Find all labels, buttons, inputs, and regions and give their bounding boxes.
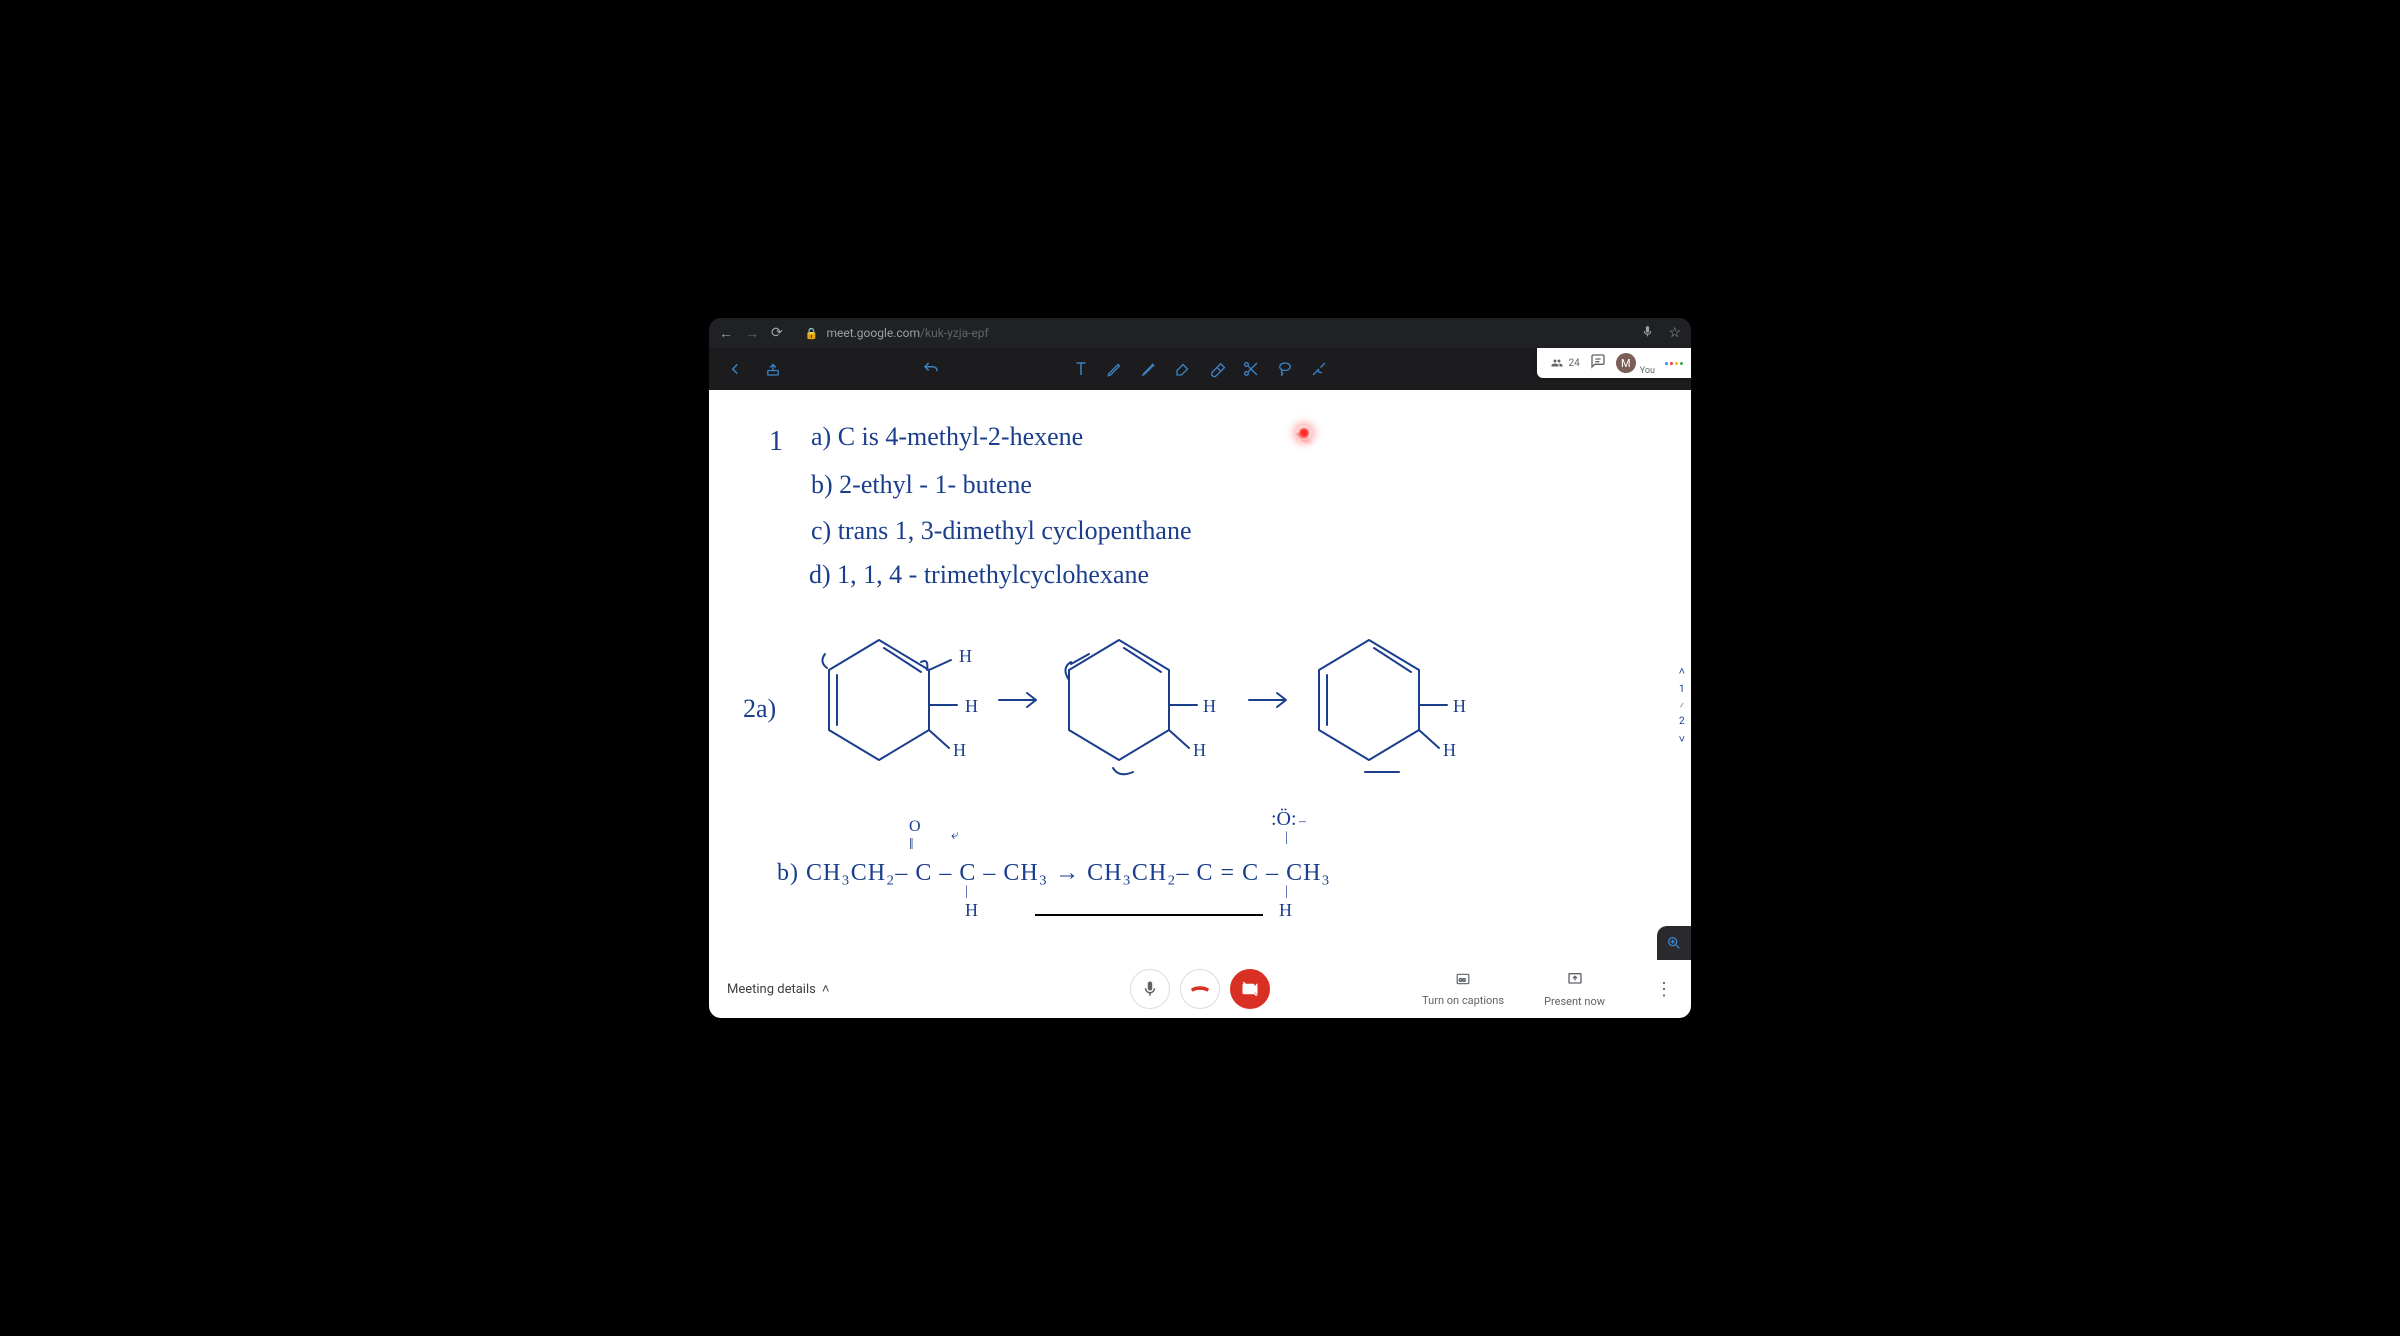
captions-icon: CC [1454,972,1472,990]
laser-tool-icon[interactable] [1309,359,1329,379]
svg-text:CC: CC [1459,977,1466,982]
note-1d: d) 1, 1, 4 - trimethylcyclohexane [809,560,1149,590]
hex3-h-bot: H [1443,740,1456,761]
voice-search-icon[interactable] [1641,325,1654,342]
overflow-dots-icon[interactable] [1665,362,1683,365]
pen-tool-icon[interactable] [1105,359,1125,379]
scissors-tool-icon[interactable] [1241,359,1261,379]
reload-icon[interactable]: ⟳ [771,325,783,341]
note-1c: c) trans 1, 3-dimethyl cyclopenthane [811,516,1191,546]
undo-icon[interactable] [921,359,941,379]
captions-label: Turn on captions [1422,994,1504,1007]
participant-count[interactable]: 24 [1549,357,1580,369]
you-label: You [1640,366,1655,376]
page-down-icon[interactable]: ˅ [1679,733,1685,746]
chat-icon[interactable] [1590,353,1606,373]
address-bar[interactable]: 🔒 meet.google.com/kuk-yzja-epf [805,326,989,340]
bond-v2: | [1285,830,1288,846]
h-under-2: H [1279,900,1292,921]
page-2-label[interactable]: 2 [1679,716,1685,727]
laser-pointer-dot [1297,426,1311,440]
hex1-h-mid: H [965,696,978,717]
share-icon[interactable] [763,359,783,379]
neg-charge: – [1299,814,1306,830]
back-icon[interactable]: ← [719,325,733,342]
app-back-icon[interactable] [725,359,745,379]
whiteboard-canvas[interactable]: 1 a) C is 4-methyl-2-hexene b) 2-ethyl -… [709,390,1691,960]
hexagon-diagrams [809,620,1509,810]
app-window: ← → ⟳ 🔒 meet.google.com/kuk-yzja-epf ☆ 2… [709,318,1691,1018]
lock-icon: 🔒 [805,327,819,340]
note-1a: a) C is 4-methyl-2-hexene [811,422,1083,452]
note-1b: b) 2-ethyl - 1- butene [811,470,1032,500]
hex1-h-top: H [959,646,972,667]
curved-arrow: ⤶ [951,828,959,844]
meet-control-bar: Meeting details ˄ CC Turn on captions [709,960,1691,1018]
page-1-label[interactable]: 1 [1679,684,1685,695]
zoom-button[interactable] [1657,926,1691,960]
avatar[interactable]: M [1616,353,1636,373]
participant-count-value: 24 [1569,358,1580,369]
present-button[interactable]: Present now [1544,971,1605,1008]
h-under-1: H [965,900,978,921]
lasso-tool-icon[interactable] [1275,359,1295,379]
url-text: meet.google.com/kuk-yzja-epf [826,326,988,340]
page-up-icon[interactable]: ˄ [1679,665,1685,678]
browser-bar: ← → ⟳ 🔒 meet.google.com/kuk-yzja-epf ☆ [709,318,1691,348]
forward-icon[interactable]: → [745,325,759,342]
highlighter-tool-icon[interactable] [1173,359,1193,379]
captions-button[interactable]: CC Turn on captions [1422,972,1504,1007]
home-indicator [1035,914,1263,916]
bond-v1: | [965,884,968,900]
participant-strip: 24 M You [1537,348,1691,378]
o-double: O‖ [909,818,921,854]
hex3-h-mid: H [1453,696,1466,717]
hex2-h-bot: H [1193,740,1206,761]
q1-number: 1 [769,426,783,458]
present-icon [1567,971,1583,991]
camera-toggle-button[interactable] [1230,969,1270,1009]
note-2b-formula: b) CH₃CH₂– C – C – CH₃ → CH₃CH₂– C = C –… [777,860,1331,887]
more-options-icon[interactable]: ⋮ [1655,979,1673,1000]
leave-call-button[interactable] [1180,969,1220,1009]
page-navigator[interactable]: ˄ 1 ⁄ 2 ˅ [1679,665,1685,746]
star-icon[interactable]: ☆ [1668,325,1681,341]
chevron-up-icon: ˄ [822,981,830,997]
eraser-tool-icon[interactable] [1207,359,1227,379]
pencil-tool-icon[interactable] [1139,359,1159,379]
mic-toggle-button[interactable] [1130,969,1170,1009]
hex1-h-bot: H [953,740,966,761]
meeting-details-button[interactable]: Meeting details ˄ [727,981,829,997]
present-label: Present now [1544,995,1605,1008]
o-neg: :Ö: [1271,808,1297,831]
q2a-label: 2a) [743,694,776,724]
hex2-h-mid: H [1203,696,1216,717]
bond-v3: | [1285,884,1288,900]
text-tool-icon[interactable] [1071,359,1091,379]
